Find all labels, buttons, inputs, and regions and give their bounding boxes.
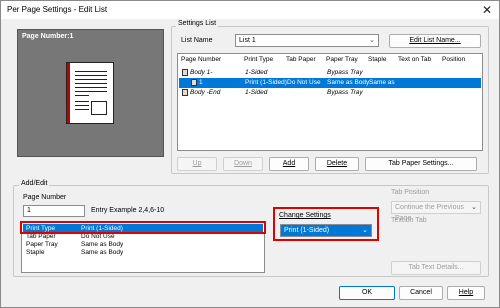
- add-edit-label: Add/Edit: [19, 180, 50, 187]
- highlight-box: [20, 221, 266, 234]
- tab-text-details-button[interactable]: Tab Text Details...: [391, 261, 481, 275]
- cancel-button[interactable]: Cancel: [399, 286, 443, 300]
- change-settings-label: Change Settings: [279, 212, 331, 219]
- ok-button[interactable]: OK: [339, 286, 395, 300]
- document-icon: [191, 78, 197, 86]
- column-header: Page Number: [181, 56, 222, 63]
- table-row[interactable]: Body 1- 1-Sided Bypass Tray: [179, 68, 481, 78]
- up-button[interactable]: Up: [177, 157, 217, 171]
- page-number-label: Page Number: [23, 194, 67, 201]
- change-settings-select[interactable]: Print (1-Sided) ⌄: [280, 224, 372, 237]
- column-header: Staple: [368, 56, 387, 63]
- column-header: Position: [442, 56, 466, 63]
- help-button[interactable]: Help: [447, 286, 485, 300]
- list-item[interactable]: Staple Same as Body: [23, 248, 263, 258]
- column-header: Paper Tray: [326, 56, 358, 63]
- tab-position-select[interactable]: Continue the Previous Page ⌄: [391, 201, 481, 222]
- entry-example-text: Entry Example 2,4,6-10: [91, 207, 165, 214]
- column-header: Print Type: [244, 56, 274, 63]
- page-preview: Page Number:1: [17, 29, 164, 157]
- title-bar: Per Page Settings - Edit List ✕: [1, 1, 499, 19]
- column-header: Text on Tab: [398, 56, 432, 63]
- page-thumbnail-icon: [66, 62, 114, 124]
- preview-caption: Page Number:1: [22, 33, 74, 40]
- dialog-window: Per Page Settings - Edit List ✕ Page Num…: [0, 0, 500, 308]
- add-button[interactable]: Add: [269, 157, 309, 171]
- delete-button[interactable]: Delete: [315, 157, 359, 171]
- chevron-down-icon: ⌄: [369, 37, 375, 44]
- list-name-label: List Name: [181, 37, 213, 44]
- edit-list-name-button[interactable]: Edit List Name...: [389, 34, 481, 48]
- table-row-selected[interactable]: 1 Print (1-Sided) Do Not Use Same as Bod…: [179, 78, 481, 88]
- document-icon: [182, 68, 188, 76]
- chevron-down-icon: ⌄: [362, 227, 368, 234]
- settings-list-label: Settings List: [176, 20, 219, 27]
- tab-position-label: Tab Position: [391, 189, 430, 196]
- list-name-value: List 1: [239, 37, 256, 44]
- down-button[interactable]: Down: [223, 157, 263, 171]
- table-row[interactable]: Body -End 1-Sided Bypass Tray: [179, 88, 481, 98]
- text-on-tab-label: Text on Tab: [391, 217, 427, 224]
- column-header: Tab Paper: [286, 56, 316, 63]
- window-title: Per Page Settings - Edit List: [7, 5, 108, 14]
- tab-paper-settings-button[interactable]: Tab Paper Settings...: [365, 157, 477, 171]
- document-icon: [182, 88, 188, 96]
- chevron-down-icon: ⌄: [471, 204, 477, 211]
- close-icon[interactable]: ✕: [479, 3, 495, 17]
- list-name-select[interactable]: List 1 ⌄: [235, 34, 379, 47]
- settings-table[interactable]: Page Number Print Type Tab Paper Paper T…: [177, 53, 483, 151]
- page-number-input[interactable]: 1: [23, 205, 85, 217]
- edit-list-name-label: Edit List Name...: [409, 37, 461, 44]
